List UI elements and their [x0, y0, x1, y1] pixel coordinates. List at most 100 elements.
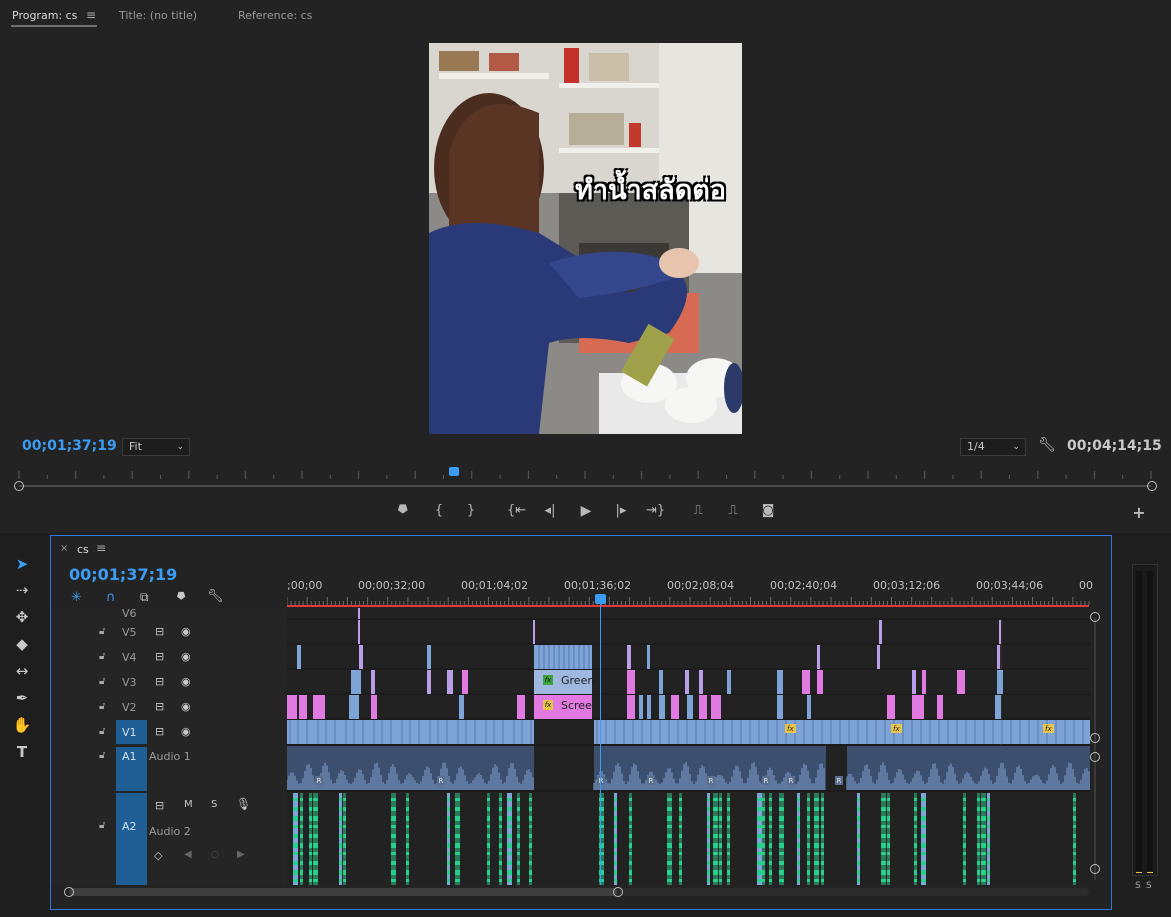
toggle-sync-icon[interactable]: ⊟ — [155, 799, 164, 812]
clip-v4 — [359, 645, 363, 669]
lock-icon[interactable]: 🔓︎ — [99, 820, 105, 831]
type-tool-icon[interactable]: T — [10, 741, 34, 763]
resolution-dropdown[interactable]: 1/4 ⌄ — [960, 438, 1026, 456]
toggle-sync-icon[interactable]: ⊟ — [155, 675, 164, 688]
lock-icon[interactable]: 🔓︎ — [99, 626, 105, 637]
microphone-icon[interactable]: 🎙︎ — [236, 797, 251, 811]
add-marker-icon[interactable]: ⯂ — [176, 590, 185, 604]
track-label-v1: V1 — [122, 726, 137, 739]
mute-button[interactable]: M — [184, 799, 193, 810]
lock-icon[interactable]: 🔓︎ — [99, 701, 105, 712]
waveform-bar — [769, 879, 772, 882]
timeline-playhead-line[interactable] — [600, 600, 601, 885]
hand-tool-icon[interactable]: ✋ — [10, 714, 34, 736]
source-patch-a2[interactable] — [116, 793, 147, 885]
clip-screen[interactable]: fx Screen — [534, 695, 592, 719]
waveform-bar — [713, 861, 718, 865]
waveform-bar — [881, 816, 886, 821]
monitor-playhead[interactable] — [449, 467, 460, 476]
monitor-time-ruler[interactable] — [14, 468, 1155, 480]
snap-icon[interactable]: ∩ — [106, 590, 116, 605]
timeline-vertical-scrollbar[interactable] — [1090, 612, 1100, 884]
scroll-handle[interactable] — [1090, 864, 1100, 874]
eye-icon[interactable]: ◉ — [181, 700, 191, 713]
extract-icon[interactable]: ⎍ — [724, 502, 742, 520]
scroll-handle[interactable] — [64, 887, 74, 897]
eye-icon[interactable]: ◉ — [181, 625, 191, 638]
step-forward-icon[interactable]: |▸ — [612, 502, 630, 520]
slip-tool-icon[interactable]: ↔ — [10, 660, 34, 682]
pen-tool-icon[interactable]: ✒ — [10, 687, 34, 709]
waveform-bar — [1073, 879, 1076, 882]
tab-title[interactable]: Title: (no title) — [119, 9, 197, 22]
prev-keyframe-icon[interactable]: ◀ — [184, 849, 192, 860]
razor-tool-icon[interactable]: ◆ — [10, 633, 34, 655]
timeline-tracks[interactable]: fxfxfxRRRRRRRR fx Green fx Screen — [286, 600, 1090, 885]
toggle-sync-icon[interactable]: ⊟ — [155, 725, 164, 738]
waveform-bar — [707, 816, 710, 821]
scrollbar-handle-right[interactable] — [1147, 481, 1157, 491]
eye-icon[interactable]: ◉ — [181, 650, 191, 663]
meter-solo-left[interactable]: S — [1135, 881, 1141, 891]
clips-layer[interactable]: fxfxfxRRRRRRRR — [286, 608, 1090, 885]
waveform-bar — [963, 861, 966, 865]
waveform-bar — [313, 861, 318, 865]
next-keyframe-icon[interactable]: ▶ — [237, 849, 245, 860]
zoom-dropdown[interactable]: Fit ⌄ — [122, 438, 190, 456]
timeline-playhead[interactable] — [595, 594, 606, 604]
lock-icon[interactable]: 🔓︎ — [99, 676, 105, 687]
waveform-bar — [977, 852, 980, 855]
timeline-current-timecode[interactable]: 00;01;37;19 — [69, 565, 177, 584]
lock-icon[interactable]: 🔓︎ — [99, 651, 105, 662]
wrench-icon[interactable]: 🔧︎ — [1038, 437, 1056, 453]
scroll-handle[interactable] — [613, 887, 623, 897]
close-icon[interactable]: × — [60, 543, 68, 554]
linked-selection-icon[interactable]: ⧉ — [140, 590, 149, 605]
go-to-out-icon[interactable]: ⇥} — [646, 502, 665, 520]
toggle-sync-icon[interactable]: ⊟ — [155, 625, 164, 638]
eye-icon[interactable]: ◉ — [181, 675, 191, 688]
solo-button[interactable]: S — [211, 799, 217, 810]
scrollbar-handle-left[interactable] — [14, 481, 24, 491]
play-icon[interactable]: ▶ — [577, 502, 595, 520]
timeline-time-ruler[interactable] — [287, 595, 1091, 608]
scroll-handle[interactable] — [1090, 733, 1100, 743]
scroll-handle[interactable] — [1090, 612, 1100, 622]
monitor-zoom-scrollbar[interactable] — [14, 481, 1157, 491]
scroll-thumb[interactable] — [69, 888, 617, 896]
eye-icon[interactable]: ◉ — [181, 725, 191, 738]
toggle-sync-icon[interactable]: ⊟ — [155, 700, 164, 713]
waveform-bar — [987, 879, 990, 882]
scroll-handle[interactable] — [1090, 752, 1100, 762]
lift-icon[interactable]: ⎍ — [689, 502, 707, 520]
meter-solo-right[interactable]: S — [1146, 881, 1152, 891]
selection-tool-icon[interactable]: ➤ — [10, 553, 34, 575]
mark-out-icon[interactable]: } — [462, 502, 480, 520]
tab-reference[interactable]: Reference: cs — [238, 9, 312, 22]
waveform-bar — [762, 843, 765, 848]
step-back-icon[interactable]: ◂| — [541, 502, 559, 520]
toggle-sync-icon[interactable]: ⊟ — [155, 650, 164, 663]
add-keyframe-icon[interactable]: ○ — [211, 850, 219, 860]
track-select-tool-icon[interactable]: ⇢ — [10, 579, 34, 601]
marker-icon[interactable]: ⯂ — [393, 502, 411, 520]
waveform-bar — [807, 879, 810, 882]
wrench-icon[interactable]: 🔧︎ — [207, 589, 224, 604]
tab-program[interactable]: Program: cs — [12, 9, 77, 22]
ripple-edit-tool-icon[interactable]: ✥ — [10, 606, 34, 628]
panel-menu-icon[interactable]: ≡ — [96, 541, 106, 555]
clip-green[interactable]: fx Green — [534, 670, 594, 694]
export-frame-icon[interactable]: ◙ — [759, 502, 777, 520]
add-button[interactable]: + — [1130, 504, 1148, 522]
panel-menu-icon[interactable]: ≡ — [86, 8, 96, 22]
monitor-current-timecode[interactable]: 00;01;37;19 — [22, 438, 117, 454]
lock-icon[interactable]: 🔓︎ — [99, 726, 105, 737]
keyframe-icon[interactable]: ◇ — [154, 849, 162, 862]
waveform-bar — [914, 834, 917, 838]
go-to-in-icon[interactable]: {⇤ — [507, 502, 526, 520]
nest-sequence-icon[interactable]: ✳ — [71, 590, 82, 605]
timeline-horizontal-scrollbar[interactable] — [64, 886, 1094, 898]
lock-icon[interactable]: 🔓︎ — [99, 750, 105, 761]
mark-in-icon[interactable]: { — [430, 502, 448, 520]
sequence-tab[interactable]: cs — [77, 543, 89, 556]
